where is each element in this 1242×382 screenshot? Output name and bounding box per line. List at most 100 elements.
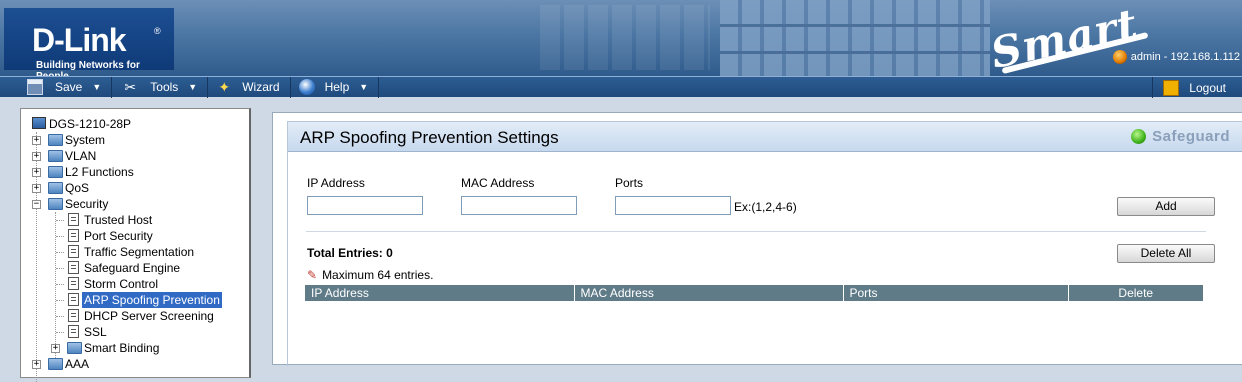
wizard-icon: ✦ — [218, 79, 231, 95]
col-mac-address: MAC Address — [574, 285, 844, 301]
tree-item-smart-binding[interactable]: + Smart Binding — [21, 340, 249, 356]
save-icon — [27, 79, 43, 95]
pencil-icon: ✎ — [307, 268, 318, 282]
function-tree: DGS-1210-28P + System + VLAN + L2 Functi… — [20, 108, 251, 382]
safeguard-label: Safeguard — [1152, 128, 1230, 145]
tree-connector — [56, 220, 64, 221]
ip-address-input[interactable] — [307, 196, 423, 215]
help-icon — [298, 79, 315, 95]
expand-icon[interactable]: + — [32, 136, 41, 145]
section-divider — [306, 231, 1206, 232]
save-menu-label: Save — [55, 80, 83, 94]
tree-connector — [56, 300, 64, 301]
tree-item-label: VLAN — [65, 149, 97, 163]
tree-item-label: System — [65, 133, 106, 147]
page-icon — [68, 325, 79, 338]
max-entries-note: ✎ Maximum 64 entries. — [307, 268, 433, 282]
logo-tagline: Building Networks for People — [36, 60, 140, 76]
tree-item-label-selected: ARP Spoofing Prevention — [82, 292, 222, 308]
folder-icon — [48, 358, 63, 370]
tree-item-label: QoS — [65, 181, 90, 195]
col-ip-address: IP Address — [305, 285, 575, 301]
page-icon — [68, 293, 79, 306]
folder-icon — [48, 166, 63, 178]
tree-item-label: Port Security — [84, 229, 153, 243]
ports-input[interactable] — [615, 196, 731, 215]
help-menu-label: Help — [324, 80, 350, 94]
tree-item-traffic-segmentation[interactable]: Traffic Segmentation — [21, 244, 249, 260]
header-background-art — [540, 5, 710, 70]
col-delete: Delete — [1068, 285, 1203, 301]
menubar: Save ▼ ✂ Tools ▼ ✦ Wizard Help ▼ Logout — [0, 76, 1242, 98]
folder-icon — [48, 182, 63, 194]
tree-connector — [56, 284, 64, 285]
logout-button[interactable]: Logout — [1152, 77, 1242, 98]
tree-item-storm-control[interactable]: Storm Control — [21, 276, 249, 292]
safeguard-status[interactable]: Safeguard — [1131, 128, 1230, 145]
tree-item-vlan[interactable]: + VLAN — [21, 148, 249, 164]
expand-icon[interactable]: + — [32, 168, 41, 177]
page-icon — [68, 229, 79, 242]
expand-icon[interactable]: + — [32, 184, 41, 193]
wizard-menu[interactable]: ✦ Wizard — [208, 76, 291, 98]
tree-item-l2-functions[interactable]: + L2 Functions — [21, 164, 249, 180]
save-menu[interactable]: Save ▼ — [0, 76, 113, 98]
dlink-logo: D-Link ® Building Networks for People — [4, 8, 174, 76]
tree-item-label: Safeguard Engine — [84, 261, 181, 275]
tree-item-label: Storm Control — [84, 277, 159, 291]
tree-item-ssl[interactable]: SSL — [21, 324, 249, 340]
tree-item-label: Trusted Host — [84, 213, 153, 227]
safeguard-status-icon — [1131, 129, 1147, 144]
tools-icon: ✂ — [124, 79, 137, 95]
tree-item-trusted-host[interactable]: Trusted Host — [21, 212, 249, 228]
chevron-down-icon: ▼ — [359, 82, 369, 92]
logout-label: Logout — [1189, 80, 1226, 95]
tree-item-label: Security — [65, 197, 109, 211]
tree-item-system[interactable]: + System — [21, 132, 249, 148]
max-entries-text: Maximum 64 entries. — [322, 268, 434, 282]
page-icon — [68, 277, 79, 290]
tree-item-aaa[interactable]: + AAA — [21, 356, 249, 372]
tree-item-qos[interactable]: + QoS — [21, 180, 249, 196]
tools-menu[interactable]: ✂ Tools ▼ — [112, 76, 209, 98]
switch-device-image — [720, 0, 990, 76]
add-button[interactable]: Add — [1117, 197, 1215, 216]
tree-item-safeguard-engine[interactable]: Safeguard Engine — [21, 260, 249, 276]
tree-connector — [56, 268, 64, 269]
main-content: ARP Spoofing Prevention Settings Safegua… — [272, 112, 1242, 366]
ip-address-label: IP Address — [307, 176, 365, 190]
expand-icon[interactable]: + — [32, 152, 41, 161]
wizard-menu-label: Wizard — [242, 80, 280, 94]
smart-logo: Smart — [986, 0, 1142, 76]
tree-item-port-security[interactable]: Port Security — [21, 228, 249, 244]
tree-item-dhcp-server-screening[interactable]: DHCP Server Screening — [21, 308, 249, 324]
tree-item-label: L2 Functions — [65, 165, 134, 179]
tree-item-label: Smart Binding — [84, 341, 160, 355]
logo-brand-text: D-Link — [32, 22, 127, 58]
tree-item-arp-spoofing-prevention[interactable]: ARP Spoofing Prevention — [21, 292, 249, 308]
mac-address-input[interactable] — [461, 196, 577, 215]
key-icon — [1163, 79, 1180, 96]
delete-all-button[interactable]: Delete All — [1117, 244, 1215, 263]
tree-item-security[interactable]: − Security — [21, 196, 249, 212]
expand-icon[interactable]: + — [51, 344, 60, 353]
tree-connector — [56, 252, 64, 253]
chevron-down-icon: ▼ — [92, 82, 102, 92]
col-ports: Ports — [843, 285, 1069, 301]
page-icon — [68, 261, 79, 274]
chevron-down-icon: ▼ — [188, 82, 198, 92]
arp-entries-table: IP Address MAC Address Ports Delete — [305, 285, 1203, 301]
collapse-icon[interactable]: − — [32, 200, 41, 209]
folder-icon — [48, 134, 63, 146]
app-header: D-Link ® Building Networks for People Sm… — [0, 0, 1242, 76]
tree-root[interactable]: DGS-1210-28P — [21, 116, 249, 132]
ports-label: Ports — [615, 176, 644, 190]
ports-hint: Ex:(1,2,4-6) — [734, 200, 797, 214]
tree-connector — [56, 316, 64, 317]
page-icon — [68, 309, 79, 322]
open-folder-icon — [48, 198, 63, 210]
help-menu[interactable]: Help ▼ — [291, 76, 380, 98]
mac-address-label: MAC Address — [461, 176, 535, 190]
page-title: ARP Spoofing Prevention Settings — [300, 128, 559, 147]
tree-item-label: SSL — [84, 325, 107, 339]
